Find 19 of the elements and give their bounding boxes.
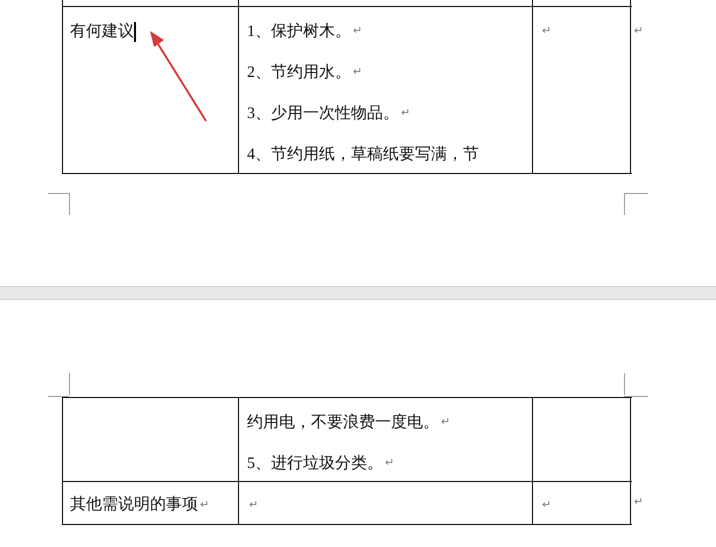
- paragraph-mark: ↵: [542, 24, 551, 40]
- cell-text: 有何建议: [70, 22, 134, 42]
- paragraph-mark: ↵: [353, 65, 362, 80]
- paragraph-mark: ↵: [200, 498, 209, 513]
- paragraph-mark: ↵: [634, 495, 643, 510]
- cell-text: 3、少用一次性物品。: [247, 104, 399, 124]
- paragraph-mark: ↵: [634, 24, 643, 39]
- paragraph-mark: ↵: [249, 498, 258, 513]
- paragraph-mark: ↵: [542, 498, 551, 513]
- cell-text: 约用电，不要浪费一度电。: [247, 412, 439, 432]
- cell-text: 2、节约用水。: [247, 62, 351, 82]
- paragraph-mark: ↵: [353, 24, 362, 40]
- cell-text: 5、进行垃圾分类。: [247, 454, 383, 474]
- cell-text: 4、节约用纸，草稿纸要写满，节: [247, 144, 479, 164]
- paragraph-mark: ↵: [441, 415, 450, 430]
- paragraph-mark: ↵: [401, 106, 410, 122]
- cell-text: 1、保护树木。: [247, 22, 351, 42]
- cell-text: 其他需说明的事项: [70, 494, 198, 515]
- paragraph-mark: ↵: [385, 456, 394, 472]
